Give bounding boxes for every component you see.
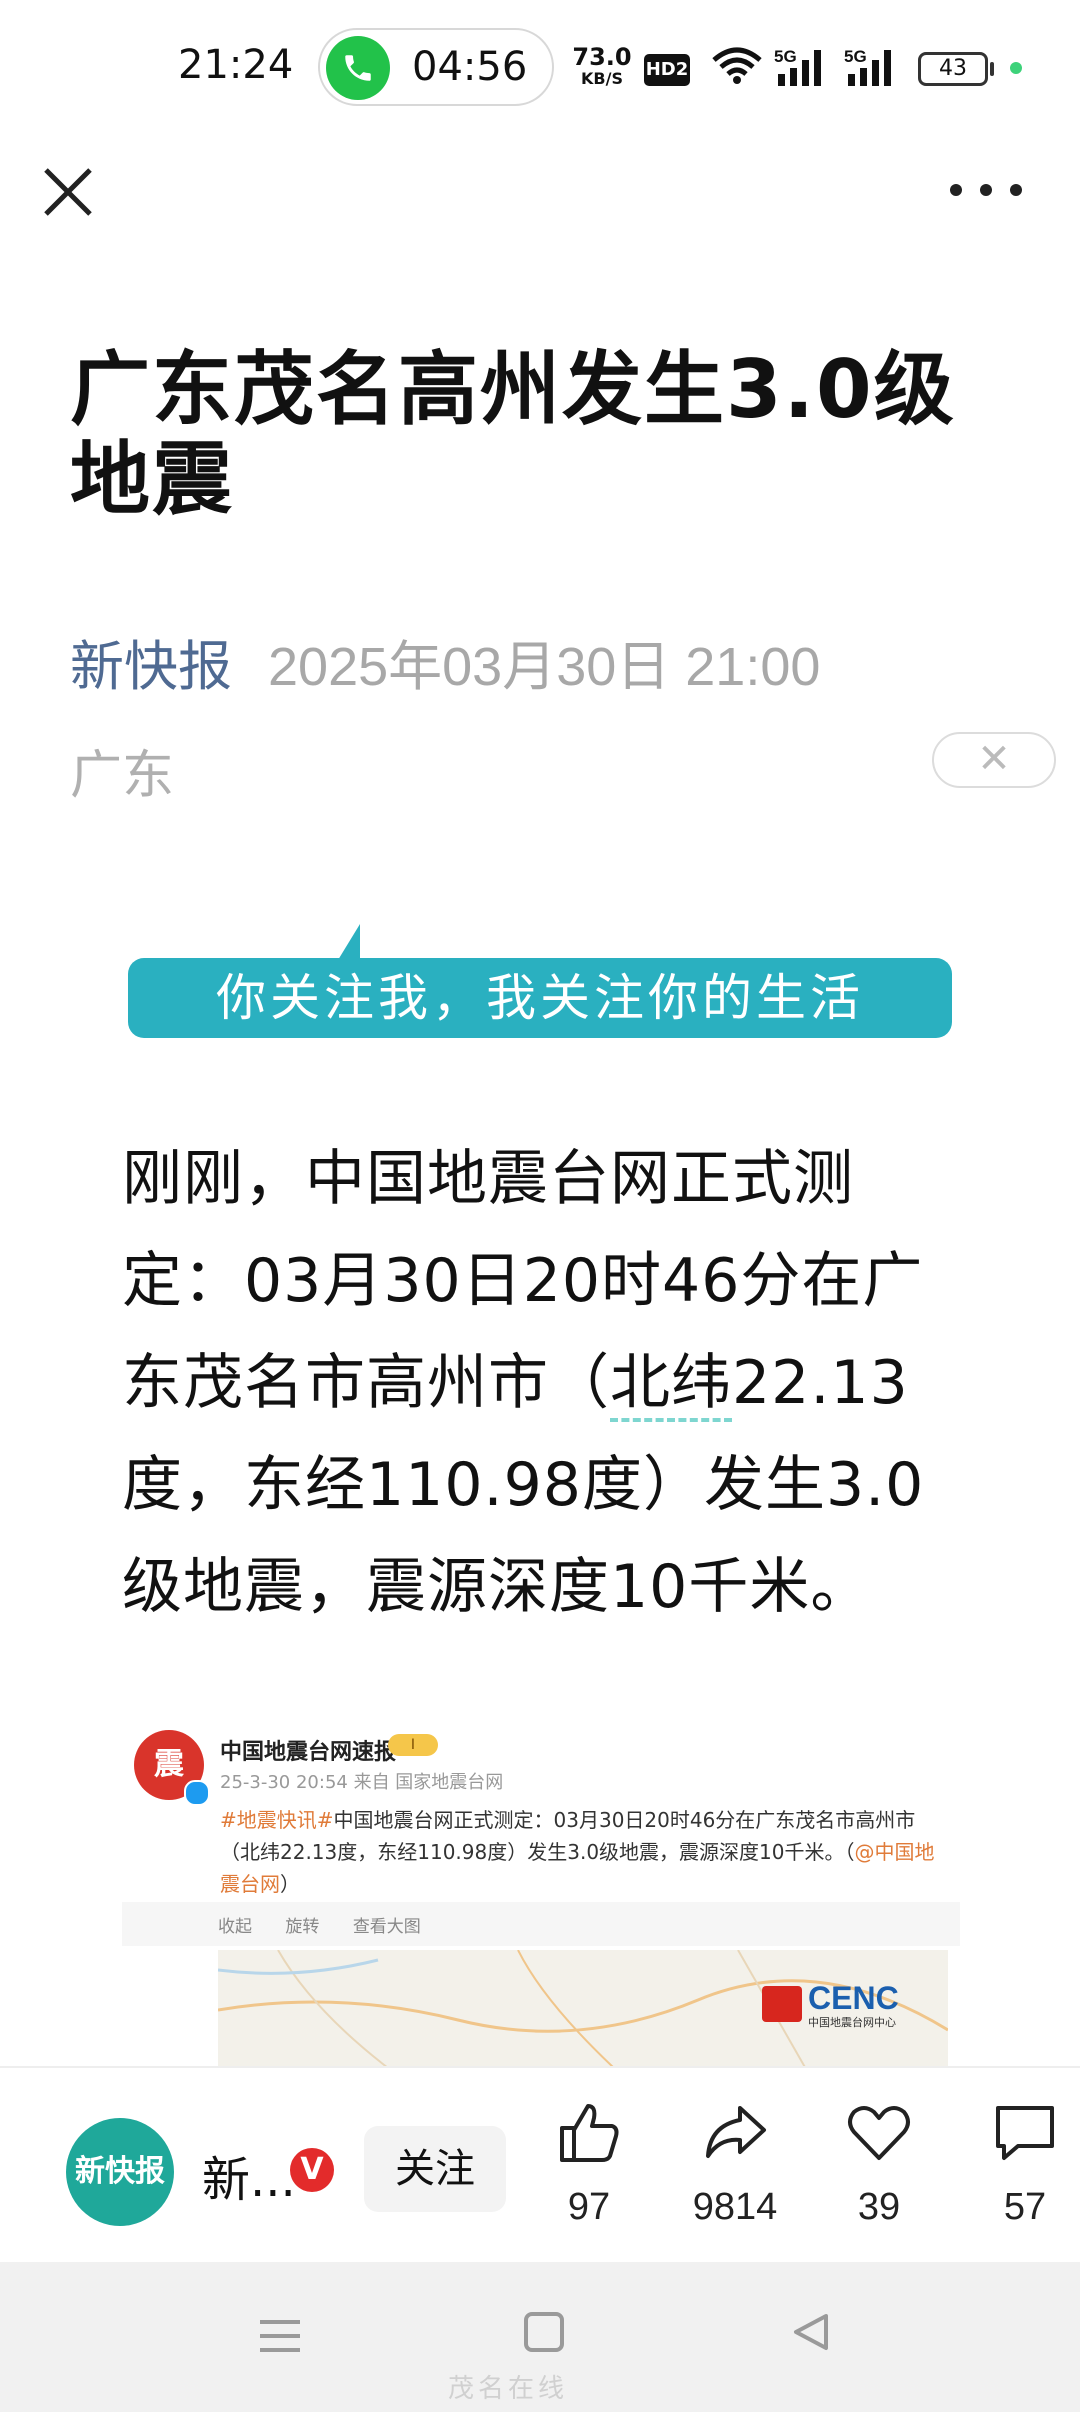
back-icon [794, 2314, 828, 2350]
close-button[interactable] [38, 162, 98, 222]
more-options-button[interactable] [950, 170, 1022, 210]
share-button[interactable]: 9814 [680, 2098, 790, 2229]
battery-icon: 43 [918, 52, 988, 86]
share-count: 9814 [692, 2186, 778, 2228]
status-time: 21:24 [178, 42, 294, 88]
weibo-actions: 收起 旋转 查看大图 [218, 1912, 449, 1937]
share-icon [706, 2106, 766, 2158]
cenc-logo-icon [762, 1986, 802, 2022]
signal-1-label: 5G [774, 47, 797, 66]
article-date: 2025年03月30日 21:00 [268, 637, 821, 697]
comment-button[interactable]: 57 [970, 2098, 1080, 2229]
watermark: 茂名在线 [448, 2374, 569, 2404]
more-dot [1010, 184, 1022, 196]
close-icon [44, 168, 92, 216]
hd-badge: HD2 [644, 54, 690, 86]
more-dot [980, 184, 992, 196]
weibo-time: 25-3-30 20:54 来自 国家地震台网 [220, 1772, 504, 1793]
like-button[interactable]: 97 [534, 2098, 644, 2229]
speed-value: 73.0 [572, 43, 632, 71]
cenc-logo-text: CENC [808, 1980, 899, 2016]
status-bar: 21:24 04:56 73.0 KB/S HD2 5G 5G 43 [0, 0, 1080, 140]
cenc-logo-subtext: 中国地震台网中心 [808, 2016, 896, 2029]
favorite-count: 39 [857, 2186, 901, 2228]
embedded-weibo-image[interactable]: 震 中国地震台网速报 I 25-3-30 20:54 来自 国家地震台网 #地震… [122, 1700, 960, 2066]
comment-count: 57 [1003, 2186, 1047, 2228]
back-button[interactable] [790, 2310, 834, 2358]
verified-badge: V [290, 2148, 334, 2192]
thumbs-up-icon [560, 2104, 619, 2162]
weibo-account-name: 中国地震台网速报 [220, 1740, 397, 1765]
slogan-banner: 你关注我，我关注你的生活 [128, 958, 952, 1038]
article-region: 广东 [70, 746, 175, 806]
crown-badge: I [388, 1734, 438, 1756]
weibo-body-end: ） [280, 1872, 300, 1896]
signal-icon-sim1: 5G [774, 46, 830, 92]
menu-icon [260, 2320, 300, 2352]
wifi-icon [710, 46, 764, 90]
signal-icon-sim2: 5G [844, 46, 900, 92]
weibo-action-rotate: 旋转 [285, 1917, 320, 1937]
home-button[interactable] [524, 2312, 564, 2352]
network-speed: 73.0 KB/S [572, 43, 632, 90]
battery-tip [990, 62, 994, 76]
comment-icon [996, 2106, 1054, 2160]
account-name[interactable]: 新... [202, 2140, 296, 2210]
verified-icon [184, 1780, 210, 1806]
system-nav-bar: 茂名在线 [0, 2262, 1080, 2412]
like-count: 97 [567, 2186, 611, 2228]
ongoing-call-pill[interactable]: 04:56 [318, 28, 554, 106]
privacy-indicator-dot [1010, 62, 1022, 74]
dismiss-region-button[interactable]: ✕ [932, 732, 1056, 788]
heart-icon [848, 2106, 910, 2160]
recent-apps-button[interactable] [258, 2314, 302, 2358]
article-source[interactable]: 新快报 [70, 635, 232, 698]
weibo-text: #地震快讯#中国地震台网正式测定：03月30日20时46分在广东茂名市高州市（北… [220, 1804, 950, 1900]
weibo-hashtag: #地震快讯# [220, 1808, 334, 1832]
highlighted-term[interactable]: 北纬 [610, 1348, 732, 1422]
banner-tip [338, 924, 360, 960]
weibo-action-collapse: 收起 [218, 1917, 252, 1937]
more-dot [950, 184, 962, 196]
article-meta: 新快报 2025年03月30日 21:00 [70, 622, 820, 701]
cenc-logo: CENC 中国地震台网中心 [762, 1980, 932, 2030]
speed-unit: KB/S [581, 69, 623, 88]
signal-2-label: 5G [844, 47, 867, 66]
phone-icon [326, 36, 390, 100]
weibo-action-view-large: 查看大图 [352, 1917, 421, 1937]
call-timer: 04:56 [412, 44, 528, 90]
article-title: 广东茂名高州发生3.0级地震 [70, 343, 956, 526]
follow-button[interactable]: 关注 [364, 2126, 506, 2212]
bottom-action-bar: 新快报 新... V 关注 97 9814 39 57 [0, 2066, 1080, 2262]
article-body: 刚刚，中国地震台网正式测定：03月30日20时46分在广东茂名市高州市（北纬22… [122, 1128, 962, 1638]
favorite-button[interactable]: 39 [824, 2098, 934, 2229]
account-avatar[interactable]: 新快报 [66, 2118, 174, 2226]
